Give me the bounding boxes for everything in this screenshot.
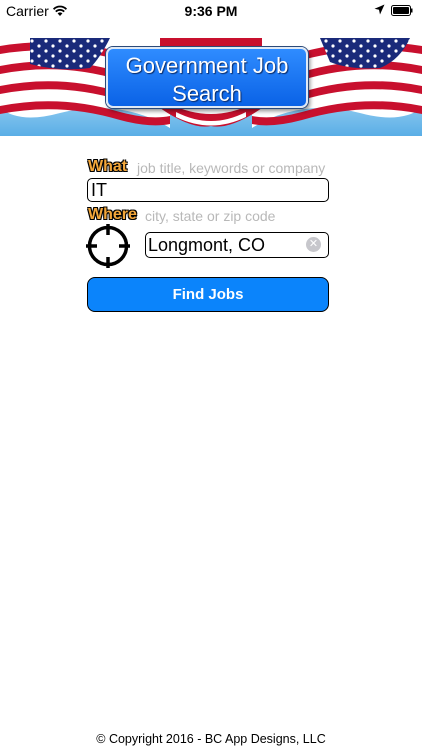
header-banner: Government Job Search [0,38,422,136]
where-input[interactable] [145,232,329,258]
where-label: Where [88,206,137,223]
battery-icon [391,5,413,16]
what-label: What [88,158,128,175]
crosshair-location-icon[interactable] [86,224,130,268]
status-bar: Carrier 9:36 PM [0,0,422,22]
where-hint: city, state or zip code [145,208,276,224]
clear-icon[interactable]: ✕ [306,237,321,252]
app-title-line1: Government Job [125,53,289,78]
status-time: 9:36 PM [184,3,238,19]
what-hint: job title, keywords or company [137,160,326,176]
location-arrow-icon [374,4,385,15]
what-input[interactable] [87,178,329,202]
app-title-badge: Government Job Search [106,47,308,108]
app-title-line2: Search [172,81,242,106]
find-jobs-button[interactable]: Find Jobs [87,277,329,312]
copyright-text: © Copyright 2016 - BC App Designs, LLC [96,732,326,746]
